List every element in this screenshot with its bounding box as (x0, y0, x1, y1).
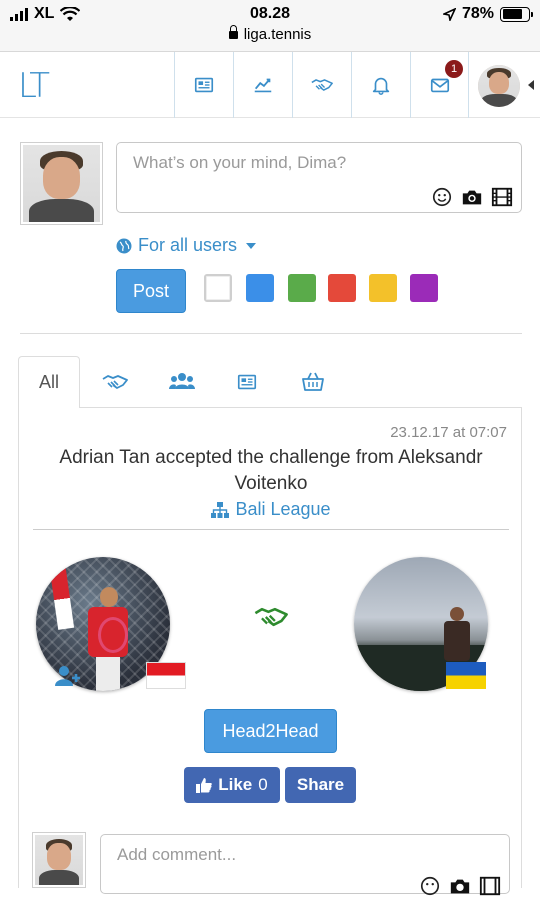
flag-ukraine (446, 662, 486, 689)
chart-line-icon (254, 78, 272, 93)
audience-label: For all users (138, 235, 238, 255)
thumbs-up-icon (196, 778, 212, 793)
like-button[interactable]: Like 0 (184, 767, 280, 803)
color-swatch-purple[interactable] (410, 274, 438, 302)
add-friend-icon[interactable] (54, 665, 82, 687)
comment-placeholder: Add comment... (117, 845, 237, 864)
users-icon (169, 373, 195, 389)
smiley-icon[interactable] (419, 875, 441, 897)
post-placeholder: What’s on your mind, Dima? (133, 153, 347, 172)
smiley-icon[interactable] (431, 186, 453, 208)
avatar-photo (478, 65, 520, 107)
bell-icon (372, 77, 390, 95)
sitemap-icon (211, 501, 230, 518)
handshake-icon (254, 607, 288, 627)
league-link[interactable]: Bali League (19, 499, 523, 520)
like-label: Like (218, 775, 253, 794)
caret-left-icon[interactable] (528, 80, 534, 90)
film-icon[interactable] (491, 186, 513, 208)
tab-challenges[interactable] (98, 356, 132, 408)
camera-icon[interactable] (461, 186, 483, 208)
url-text: liga.tennis (243, 26, 312, 43)
location-arrow-icon (442, 7, 456, 21)
tab-all[interactable]: All (18, 356, 80, 408)
post-headline: Adrian Tan accepted the challenge from A… (59, 447, 483, 494)
tab-shop[interactable] (296, 356, 330, 408)
nav-challenges[interactable] (292, 52, 351, 118)
color-swatch-red[interactable] (328, 274, 356, 302)
league-label: Bali League (235, 499, 331, 519)
avatar-photo (35, 835, 83, 885)
nav-notifications[interactable] (351, 52, 410, 118)
color-swatch-white[interactable] (204, 274, 232, 302)
composer-tools (431, 186, 513, 208)
globe-icon (116, 238, 132, 253)
card-divider (33, 529, 509, 530)
flag-indonesia (146, 662, 186, 689)
envelope-icon (430, 78, 449, 93)
comment-input[interactable]: Add comment... (100, 834, 510, 897)
nav-rating[interactable] (233, 52, 292, 118)
status-bar: XL 08.28 liga.tennis 78% (0, 0, 540, 52)
tab-groups[interactable] (165, 356, 199, 408)
post-button[interactable]: Post (116, 269, 186, 313)
battery-icon (500, 6, 533, 22)
site-logo[interactable]: LT (18, 66, 50, 106)
address-bar[interactable]: liga.tennis (0, 25, 540, 43)
lock-icon (228, 25, 238, 39)
handshake-icon (102, 375, 128, 389)
post-timestamp: 23.12.17 at 07:07 (390, 424, 507, 441)
message-count-badge: 1 (445, 60, 463, 78)
tab-news[interactable] (230, 356, 264, 408)
status-right: 78% (442, 5, 533, 23)
handshake-icon (311, 79, 333, 91)
newspaper-icon (237, 374, 257, 390)
camera-icon[interactable] (449, 875, 471, 897)
color-swatch-green[interactable] (288, 274, 316, 302)
head2head-button[interactable]: Head2Head (204, 709, 337, 753)
color-swatch-yellow[interactable] (369, 274, 397, 302)
color-swatch-blue[interactable] (246, 274, 274, 302)
post-input[interactable]: What’s on your mind, Dima? (116, 142, 522, 213)
caret-down-icon (246, 242, 257, 249)
composer-avatar (20, 142, 103, 225)
share-button[interactable]: Share (285, 767, 356, 803)
like-count: 0 (258, 775, 268, 794)
audience-selector[interactable]: For all users (116, 235, 257, 256)
comment-tools (419, 875, 501, 897)
comment-avatar (32, 832, 86, 888)
battery-level (502, 9, 522, 19)
nav-messages[interactable]: 1 (410, 52, 469, 118)
battery-percent: 78% (461, 5, 494, 22)
nav-news[interactable] (174, 52, 233, 118)
top-navbar: LT 1 (0, 52, 540, 118)
basket-icon (302, 372, 324, 391)
section-divider (20, 333, 522, 334)
newspaper-icon (194, 77, 214, 93)
avatar-photo (23, 145, 100, 222)
film-icon[interactable] (479, 875, 501, 897)
feed-tabs: All (18, 356, 522, 408)
user-avatar[interactable] (478, 65, 520, 107)
